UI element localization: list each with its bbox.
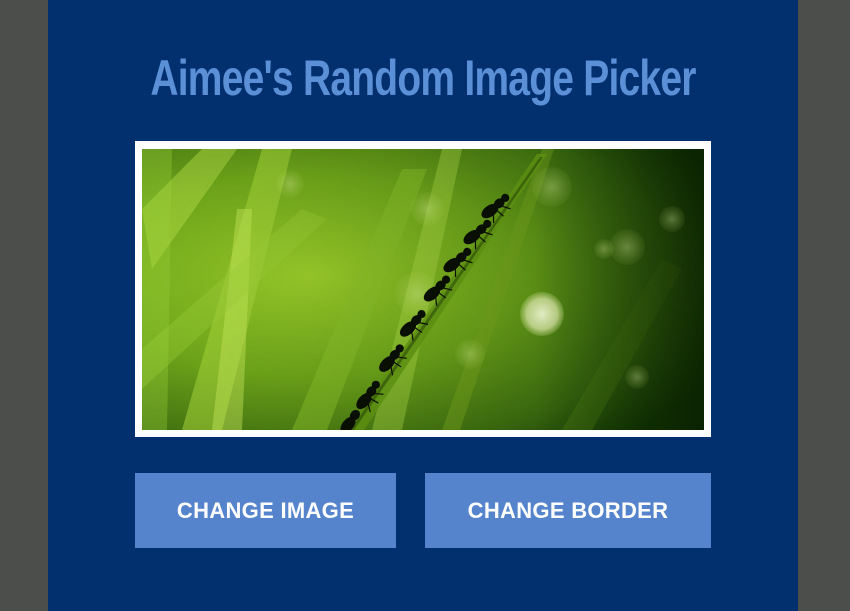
change-image-button[interactable]: CHANGE IMAGE (135, 473, 396, 548)
main-panel: Aimee's Random Image Picker CHANGE IMAGE… (48, 0, 798, 611)
page-title: Aimee's Random Image Picker (150, 50, 696, 106)
image-border-frame (135, 141, 711, 437)
random-image (142, 149, 704, 430)
change-border-button[interactable]: CHANGE BORDER (425, 473, 711, 548)
